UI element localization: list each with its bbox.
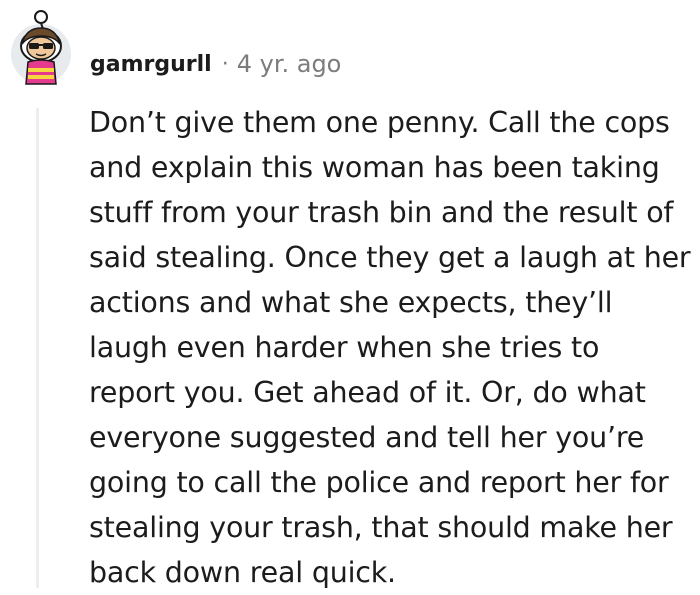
comment-body: Don’t give them one penny. Call the cops…: [89, 106, 691, 589]
meta-separator: ·: [221, 51, 229, 77]
user-avatar[interactable]: [8, 8, 74, 90]
thread-line[interactable]: [36, 108, 39, 588]
comment: gamrgurll · 4 yr. ago Don’t give them on…: [0, 0, 700, 590]
timestamp-link[interactable]: 4 yr. ago: [237, 50, 342, 78]
username-link[interactable]: gamrgurll: [90, 52, 212, 77]
snoo-avatar-icon: [11, 10, 71, 85]
comment-meta: gamrgurll · 4 yr. ago: [90, 44, 341, 84]
